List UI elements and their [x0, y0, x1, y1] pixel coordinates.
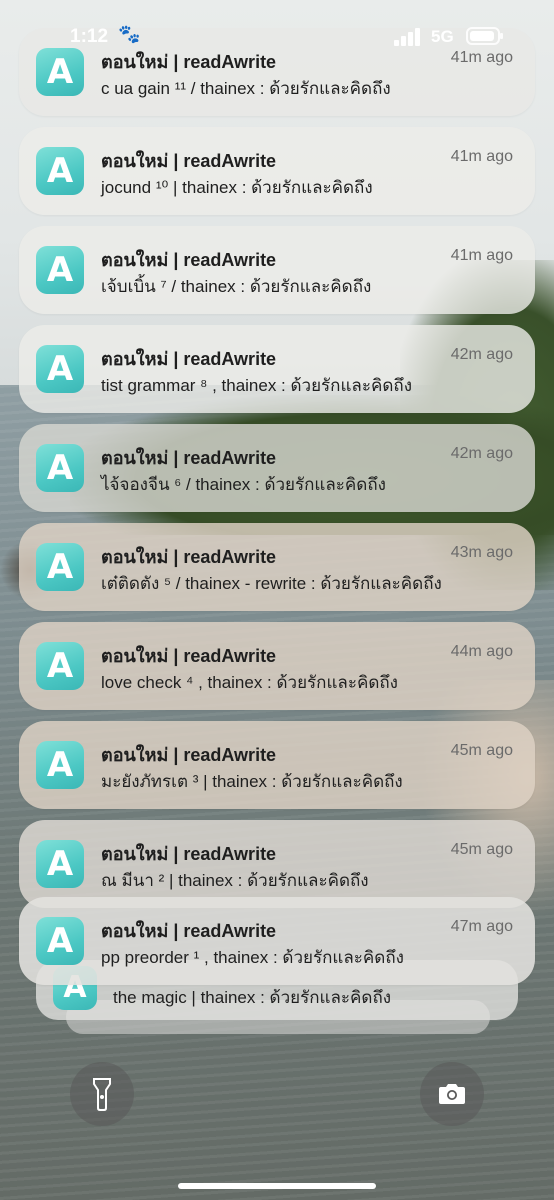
- notification-time: 45m ago: [450, 841, 513, 858]
- notification-card[interactable]: A ตอนใหม่ | readAwrite 42m ago tist gram…: [19, 325, 535, 413]
- notification-time: 41m ago: [450, 148, 513, 165]
- notification-card[interactable]: A ตอนใหม่ | readAwrite 43m ago เต๋ติดตัง…: [19, 523, 535, 611]
- status-bar: 1:12 🐾 5G: [0, 0, 554, 74]
- readawrite-app-icon: A: [36, 246, 84, 294]
- notification-card[interactable]: A ตอนใหม่ | readAwrite 44m ago love chec…: [19, 622, 535, 710]
- readawrite-app-icon: A: [36, 444, 84, 492]
- notification-message: เต๋ติดตัง ⁵ / thainex - rewrite : ด้วยรั…: [101, 574, 442, 593]
- readawrite-app-icon: A: [36, 345, 84, 393]
- notification-message: เจ้บเบิ้น ⁷ / thainex : ด้วยรักและคิดถึง: [101, 277, 372, 296]
- cellular-signal-icon: [394, 28, 424, 46]
- readawrite-app-icon: A: [36, 543, 84, 591]
- status-time: 1:12: [70, 26, 109, 47]
- readawrite-app-icon: A: [36, 741, 84, 789]
- notification-time: 45m ago: [450, 742, 513, 759]
- readawrite-app-icon: A: [36, 840, 84, 888]
- readawrite-app-icon: A: [36, 642, 84, 690]
- notification-card[interactable]: A ตอนใหม่ | readAwrite 41m ago jocund ¹⁰…: [19, 127, 535, 215]
- flashlight-icon: [93, 1078, 111, 1111]
- paw-icon: 🐾: [118, 24, 141, 44]
- notification-app-name: ตอนใหม่ | readAwrite: [101, 745, 277, 765]
- readawrite-app-icon: A: [36, 147, 84, 195]
- notification-message: ไจ้จองจีน ⁶ / thainex : ด้วยรักและคิดถึง: [101, 475, 386, 494]
- notification-card[interactable]: A ตอนใหม่ | readAwrite 42m ago ไจ้จองจีน…: [19, 424, 535, 512]
- notification-app-name: ตอนใหม่ | readAwrite: [101, 646, 277, 666]
- notification-time: 42m ago: [450, 346, 513, 363]
- notification-message: jocund ¹⁰ | thainex : ด้วยรักและคิดถึง: [101, 178, 373, 197]
- notification-card[interactable]: A ตอนใหม่ | readAwrite 45m ago มะยังภัทร…: [19, 721, 535, 809]
- notification-card[interactable]: A ตอนใหม่ | readAwrite 45m ago ณ มีนา ² …: [19, 820, 535, 908]
- notification-message: pp preorder ¹ , thainex : ด้วยรักและคิดถ…: [101, 948, 404, 967]
- notification-app-name: ตอนใหม่ | readAwrite: [101, 547, 277, 567]
- notification-app-name: ตอนใหม่ | readAwrite: [101, 844, 277, 864]
- notification-message: the magic | thainex : ด้วยรักและคิดถึง: [113, 988, 392, 1007]
- notification-time: 47m ago: [450, 918, 513, 935]
- notification-time: 42m ago: [450, 445, 513, 462]
- notification-message: มะยังภัทรเต ³ | thainex : ด้วยรักและคิดถ…: [101, 772, 403, 791]
- notification-message: love check ⁴ , thainex : ด้วยรักและคิดถึ…: [101, 673, 398, 692]
- notification-app-name: ตอนใหม่ | readAwrite: [101, 250, 277, 270]
- notification-time: 41m ago: [450, 247, 513, 264]
- notification-app-name: ตอนใหม่ | readAwrite: [101, 448, 277, 468]
- flashlight-button[interactable]: [70, 1062, 134, 1126]
- notification-app-name: ตอนใหม่ | readAwrite: [101, 921, 277, 941]
- notification-app-name: ตอนใหม่ | readAwrite: [101, 349, 277, 369]
- network-type: 5G: [431, 27, 454, 46]
- battery-icon: [466, 27, 503, 45]
- notification-message: ณ มีนา ² | thainex : ด้วยรักและคิดถึง: [101, 871, 369, 890]
- notification-card[interactable]: A ตอนใหม่ | readAwrite 41m ago เจ้บเบิ้น…: [19, 226, 535, 314]
- notification-app-name: ตอนใหม่ | readAwrite: [101, 151, 277, 171]
- notification-time: 44m ago: [450, 643, 513, 660]
- notification-card[interactable]: A ตอนใหม่ | readAwrite 47m ago pp preord…: [19, 897, 535, 985]
- home-indicator[interactable]: [178, 1183, 376, 1189]
- notification-list: A the magic | thainex : ด้วยรักและคิดถึง…: [0, 0, 554, 1200]
- notification-message: c ua gain ¹¹ / thainex : ด้วยรักและคิดถึ…: [101, 79, 391, 98]
- readawrite-app-icon: A: [36, 917, 84, 965]
- notification-time: 43m ago: [450, 544, 513, 561]
- notification-message: tist grammar ⁸ , thainex : ด้วยรักและคิด…: [101, 376, 412, 395]
- camera-icon: [439, 1084, 465, 1104]
- camera-button[interactable]: [420, 1062, 484, 1126]
